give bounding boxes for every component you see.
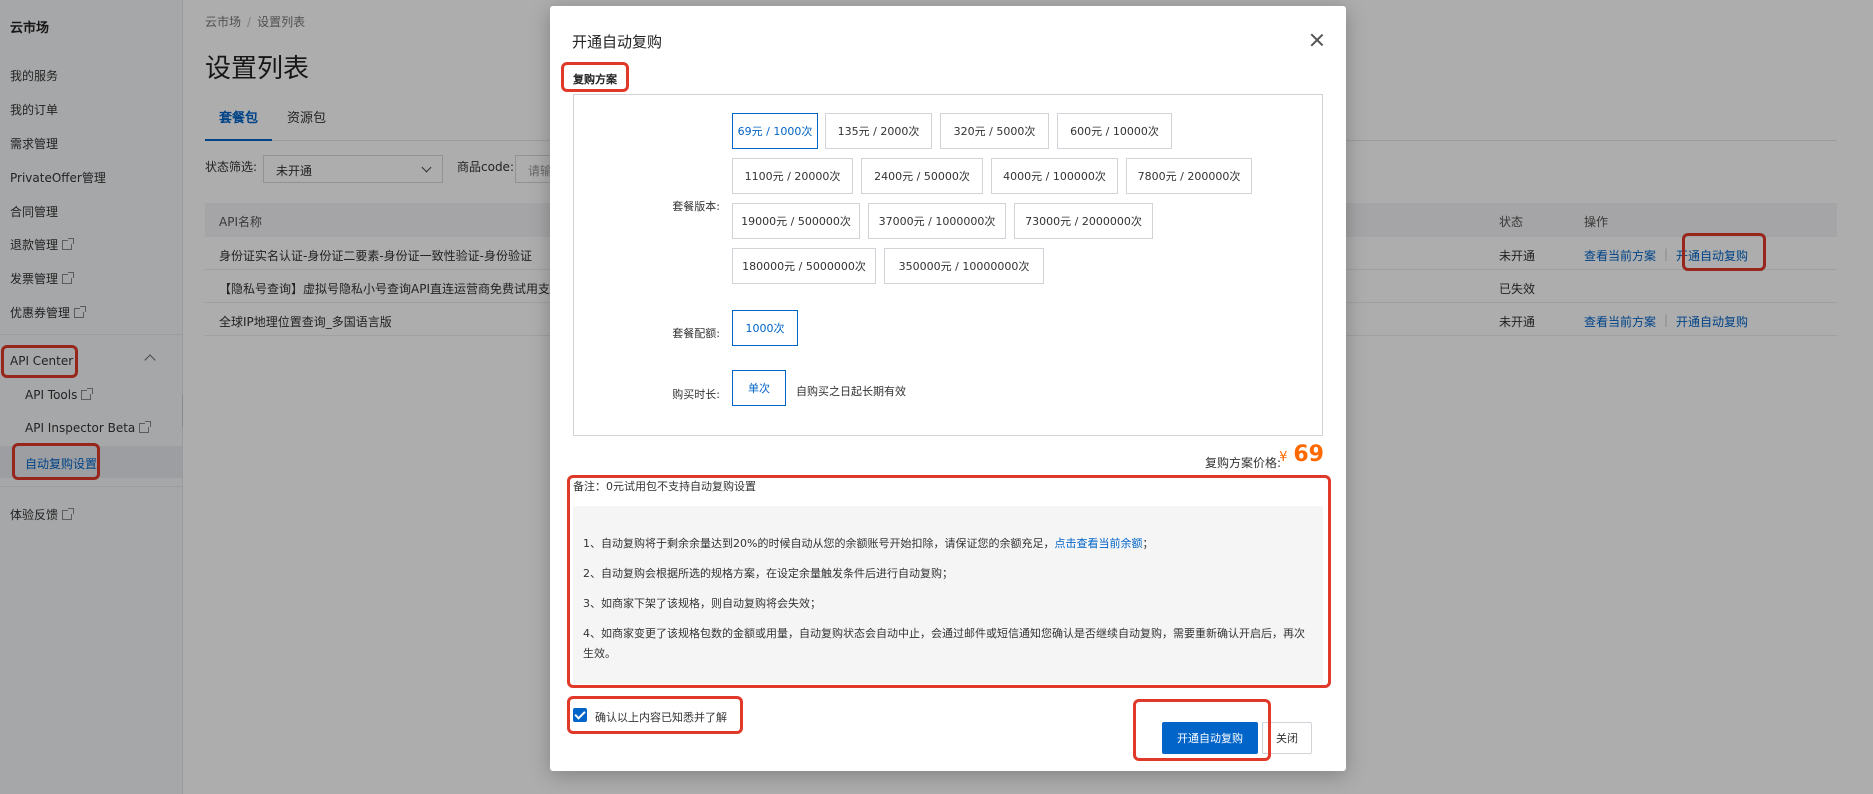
version-option[interactable]: 350000元 / 10000000次 bbox=[884, 248, 1044, 284]
version-label: 套餐版本: bbox=[672, 200, 720, 213]
auto-repurchase-dialog: 开通自动复购 复购方案 套餐版本: 69元 / 1000次 135元 / 200… bbox=[550, 6, 1346, 771]
version-option[interactable]: 19000元 / 500000次 bbox=[732, 203, 860, 239]
highlight-box bbox=[567, 696, 743, 734]
duration-label: 购买时长: bbox=[672, 388, 720, 401]
price-value: ¥69 bbox=[1279, 442, 1324, 467]
version-option[interactable]: 600元 / 10000次 bbox=[1057, 113, 1172, 149]
version-option[interactable]: 73000元 / 2000000次 bbox=[1014, 203, 1153, 239]
version-option[interactable]: 320元 / 5000次 bbox=[940, 113, 1049, 149]
quota-option[interactable]: 1000次 bbox=[732, 310, 798, 346]
version-option[interactable]: 37000元 / 1000000次 bbox=[868, 203, 1006, 239]
version-option[interactable]: 135元 / 2000次 bbox=[825, 113, 932, 149]
highlight-box bbox=[567, 475, 1331, 688]
dialog-title: 开通自动复购 bbox=[572, 33, 663, 51]
currency-symbol: ¥ bbox=[1279, 450, 1288, 465]
price-amount: 69 bbox=[1293, 442, 1324, 467]
price-label: 复购方案价格: bbox=[1204, 456, 1281, 470]
version-option[interactable]: 2400元 / 50000次 bbox=[861, 158, 983, 194]
duration-option[interactable]: 单次 bbox=[732, 370, 786, 406]
close-icon[interactable] bbox=[1310, 33, 1324, 47]
highlight-box bbox=[561, 62, 629, 92]
version-option[interactable]: 180000元 / 5000000次 bbox=[732, 248, 876, 284]
version-option[interactable]: 69元 / 1000次 bbox=[732, 113, 818, 149]
version-option[interactable]: 1100元 / 20000次 bbox=[732, 158, 853, 194]
plan-options-panel: 套餐版本: 69元 / 1000次 135元 / 2000次 320元 / 50… bbox=[573, 94, 1323, 436]
version-option[interactable]: 4000元 / 100000次 bbox=[991, 158, 1118, 194]
duration-note: 自购买之日起长期有效 bbox=[796, 385, 906, 398]
version-option[interactable]: 7800元 / 200000次 bbox=[1126, 158, 1252, 194]
quota-label: 套餐配额: bbox=[672, 327, 720, 340]
highlight-box bbox=[1133, 699, 1271, 761]
